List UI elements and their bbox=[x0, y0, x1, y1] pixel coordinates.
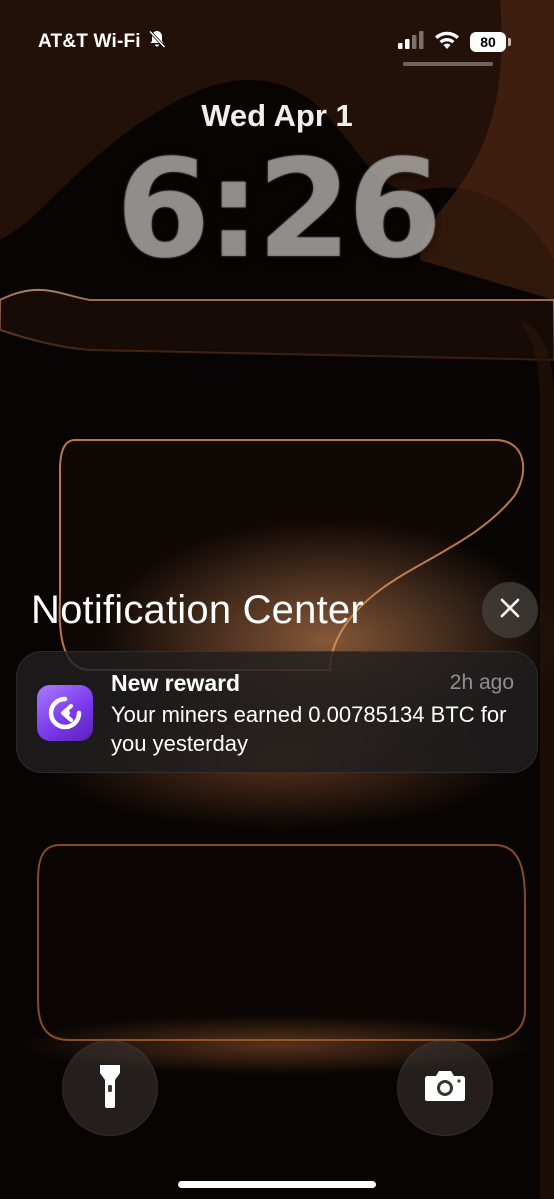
flashlight-button[interactable] bbox=[62, 1040, 158, 1136]
wifi-icon bbox=[434, 30, 460, 55]
flashlight-icon bbox=[99, 1063, 121, 1114]
battery-indicator: 80 bbox=[470, 32, 511, 52]
status-bar: AT&T Wi-Fi 80 bbox=[38, 28, 511, 56]
battery-percent: 80 bbox=[480, 34, 496, 50]
notification-time: 2h ago bbox=[449, 671, 514, 694]
home-indicator[interactable] bbox=[178, 1181, 376, 1188]
close-notifications-button[interactable] bbox=[482, 582, 538, 638]
notification-body: Your miners earned 0.00785134 BTC for yo… bbox=[111, 702, 507, 756]
cellular-signal-icon bbox=[398, 30, 424, 54]
lock-screen: AT&T Wi-Fi 80 Wed Apr 1 6:26 Notificatio… bbox=[0, 0, 554, 1199]
notification-title: New reward bbox=[111, 670, 241, 696]
carrier-label: AT&T Wi-Fi bbox=[38, 31, 141, 52]
carrier-group: AT&T Wi-Fi bbox=[38, 29, 167, 55]
camera-icon bbox=[424, 1070, 466, 1107]
status-pill bbox=[403, 62, 493, 66]
bell-slash-icon bbox=[147, 29, 167, 55]
status-icons: 80 bbox=[398, 30, 511, 55]
lock-date: Wed Apr 1 bbox=[201, 98, 353, 133]
notification-center-title: Notification Center bbox=[31, 588, 364, 632]
lock-time: 6:26 bbox=[115, 131, 442, 289]
camera-button[interactable] bbox=[397, 1040, 493, 1136]
notification-card[interactable]: New reward 2h ago Your miners earned 0.0… bbox=[16, 651, 538, 773]
app-logo-icon bbox=[37, 685, 93, 741]
close-icon bbox=[500, 598, 520, 623]
